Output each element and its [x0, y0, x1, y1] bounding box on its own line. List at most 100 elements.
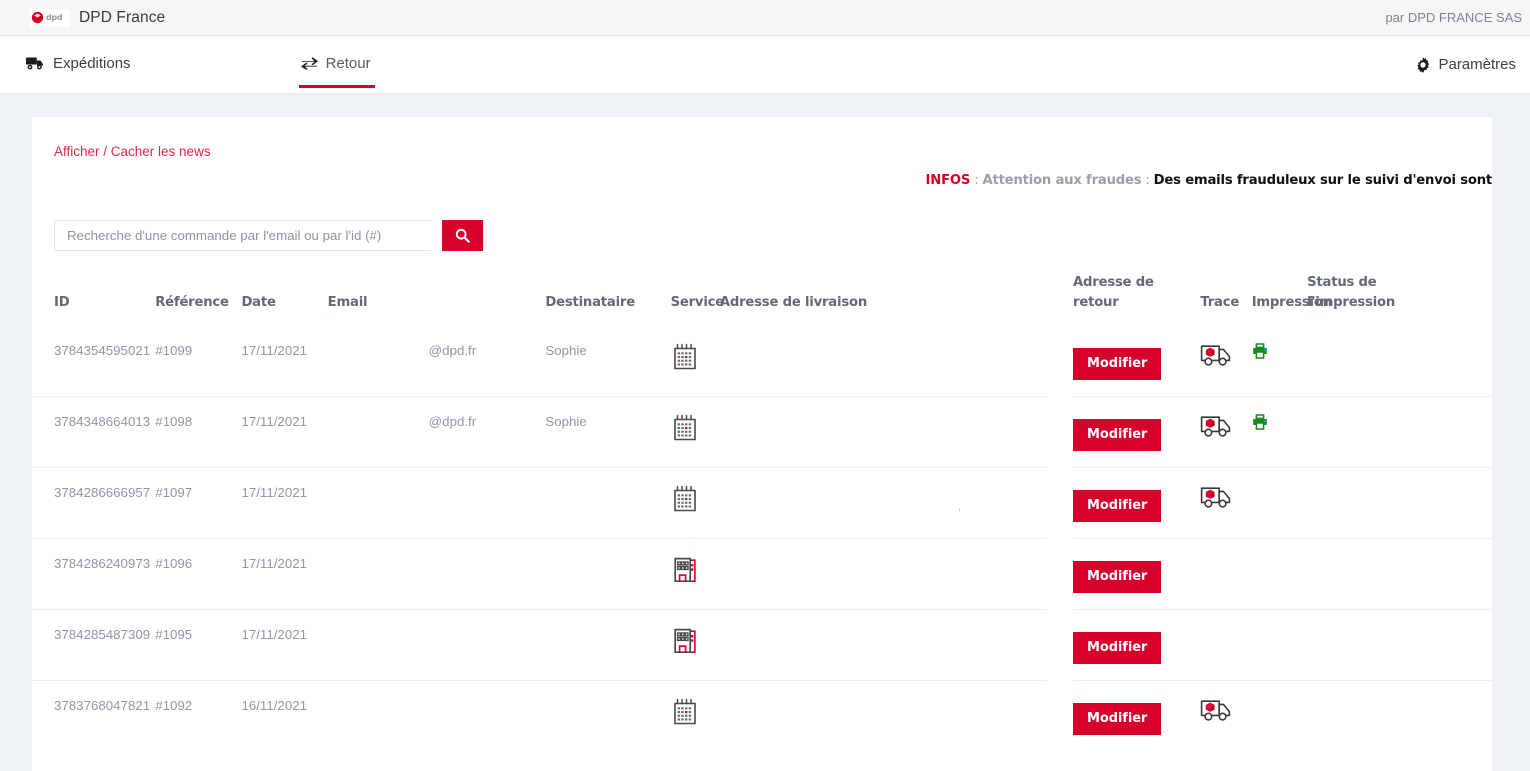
cell-reference: #1097 — [155, 467, 242, 539]
cell-service[interactable] — [670, 538, 720, 610]
cell-service[interactable] — [670, 609, 720, 681]
cell-adresse-livraison-value: , — [957, 501, 961, 514]
col-header-email: Email — [327, 295, 368, 311]
cell-id-value: 3784354595021 — [54, 342, 151, 358]
modifier-button[interactable]: Modifier — [1073, 490, 1162, 523]
delivery-truck-icon[interactable] — [1200, 326, 1232, 371]
relay-point-icon[interactable] — [671, 627, 699, 656]
table-header: ID Référence Date Email Destinataire Ser… — [32, 273, 1492, 326]
cell-adresse-retour: Modifier — [1073, 326, 1200, 397]
cell-reference-value: #1098 — [155, 414, 193, 430]
calendar-icon[interactable] — [671, 681, 699, 730]
cell-trace[interactable] — [1200, 467, 1252, 539]
cell-date: 17/11/2021 — [241, 538, 328, 610]
table-body: 3784354595021 #1099 17/11/2021 @dpd.fr Sophi… — [32, 326, 1492, 752]
delivery-truck-icon[interactable] — [1200, 698, 1232, 723]
nav-bar: Expéditions Retour Paramètres — [0, 36, 1530, 94]
dpd-logo-icon: dpd — [30, 8, 70, 27]
cell-date-value: 17/11/2021 — [241, 485, 307, 501]
cell-adresse-retour: Modifier — [1073, 609, 1201, 681]
relay-point-icon[interactable] — [671, 556, 699, 585]
cell-trace[interactable] — [1200, 396, 1252, 468]
calendar-icon[interactable] — [671, 326, 699, 375]
col-header-service: Service — [670, 295, 725, 311]
cell-status-impression — [1307, 326, 1492, 397]
relay-point-icon[interactable] — [671, 610, 699, 659]
cell-date: 17/11/2021 — [241, 467, 328, 539]
modifier-button[interactable]: Modifier — [1073, 419, 1162, 452]
modifier-button[interactable]: Modifier — [1073, 703, 1162, 736]
cell-status-impression — [1307, 467, 1492, 539]
calendar-icon[interactable] — [671, 698, 699, 727]
cell-adresse-retour: Modifier — [1073, 467, 1201, 539]
search-icon — [455, 228, 470, 243]
settings-button[interactable]: Paramètres — [1415, 56, 1516, 73]
cell-date-value: 17/11/2021 — [241, 556, 307, 572]
cell-email-value: @dpd.fr — [428, 414, 477, 430]
cell-status-impression — [1307, 396, 1492, 468]
search-input[interactable] — [54, 220, 431, 251]
cell-destinataire-value: Sophie — [545, 414, 587, 430]
cell-destinataire — [545, 680, 671, 752]
modifier-button[interactable]: Modifier — [1073, 347, 1162, 380]
cell-email — [327, 538, 546, 610]
col-header-adresse-retour: Adresse de retour — [1073, 275, 1154, 311]
cell-date: 17/11/2021 — [241, 326, 327, 397]
table-row: 3784286666957 #1097 17/11/2021 , Modifier — [32, 467, 1492, 539]
cell-impression[interactable] — [1252, 326, 1307, 397]
toggle-news-link[interactable]: Afficher / Cacher les news — [54, 144, 211, 159]
news-subject: Attention aux fraudes — [982, 173, 1142, 188]
calendar-icon[interactable] — [671, 414, 699, 443]
cell-id: 3784286666957 — [32, 467, 156, 539]
calendar-icon[interactable] — [671, 397, 699, 446]
cell-reference: #1095 — [155, 609, 242, 681]
calendar-icon[interactable] — [671, 468, 699, 517]
printer-icon[interactable] — [1252, 397, 1268, 433]
page-title: DPD France — [79, 8, 166, 26]
table-row: 3784285487309 #1095 17/11/2021 Modifier — [32, 609, 1492, 681]
cell-service[interactable] — [670, 396, 720, 468]
relay-point-icon[interactable] — [671, 539, 699, 588]
delivery-truck-icon[interactable] — [1200, 485, 1232, 510]
news-message: Des emails frauduleux sur le suivi d'env… — [1153, 173, 1492, 188]
cell-destinataire — [545, 538, 671, 610]
cell-impression[interactable] — [1251, 396, 1308, 468]
printer-icon[interactable] — [1252, 343, 1268, 359]
col-header-adresse-livraison: Adresse de livraison — [719, 295, 868, 311]
col-header-reference: Référence — [155, 295, 229, 311]
cell-trace — [1200, 538, 1252, 610]
calendar-icon[interactable] — [671, 343, 699, 372]
delivery-truck-icon[interactable] — [1200, 343, 1232, 368]
search-bar — [54, 220, 1492, 251]
printer-icon[interactable] — [1252, 326, 1268, 362]
tab-expeditions[interactable]: Expéditions — [26, 55, 131, 74]
cell-trace[interactable] — [1200, 326, 1251, 397]
delivery-truck-icon[interactable] — [1200, 681, 1232, 726]
table-row: 3783768047821 #1092 16/11/2021 Modifier — [32, 680, 1492, 752]
cell-service[interactable] — [670, 680, 720, 752]
cell-reference: #1099 — [155, 326, 241, 397]
col-header-impression: Impression — [1251, 295, 1332, 311]
cell-service[interactable] — [671, 326, 720, 397]
cell-adresse-livraison — [720, 326, 1073, 397]
cell-destinataire-value: Sophie — [545, 342, 587, 358]
cell-status-impression — [1307, 538, 1492, 610]
tab-retour[interactable]: Retour — [298, 55, 375, 88]
cell-trace[interactable] — [1200, 680, 1252, 752]
page-body: Afficher / Cacher les news INFOS : Atten… — [0, 94, 1530, 771]
delivery-truck-icon[interactable] — [1200, 468, 1232, 513]
delivery-truck-icon[interactable] — [1200, 414, 1232, 439]
settings-label: Paramètres — [1438, 56, 1516, 73]
cell-service[interactable] — [670, 467, 720, 539]
search-button[interactable] — [442, 220, 483, 251]
calendar-icon[interactable] — [671, 485, 699, 514]
delivery-truck-icon[interactable] — [1200, 397, 1232, 442]
table-row: 3784286240973 #1096 17/11/2021 Modifier — [32, 538, 1492, 610]
printer-icon[interactable] — [1252, 414, 1268, 431]
modifier-button[interactable]: Modifier — [1073, 632, 1162, 665]
cell-id: 3784286240973 — [32, 538, 156, 610]
cell-destinataire — [545, 467, 671, 539]
modifier-button[interactable]: Modifier — [1073, 561, 1162, 594]
brand: dpd DPD France — [30, 8, 166, 27]
news-separator-2: : — [1141, 173, 1154, 188]
